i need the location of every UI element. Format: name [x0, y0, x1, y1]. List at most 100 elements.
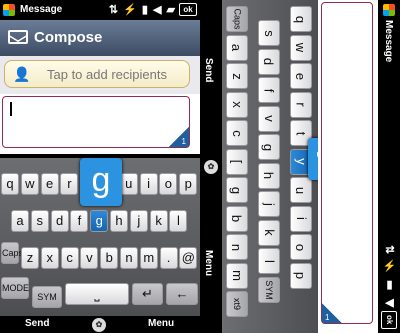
enter-key[interactable]: ↵: [132, 283, 163, 305]
key-f[interactable]: f: [258, 77, 280, 103]
key-preview-popup: g: [80, 158, 122, 206]
menu-softkey[interactable]: Menu: [148, 318, 174, 329]
key-f-label: f: [261, 88, 277, 92]
key-o[interactable]: o: [290, 234, 312, 260]
mode-key[interactable]: MODE: [1, 277, 29, 299]
key-d[interactable]: d: [258, 48, 280, 75]
key-x[interactable]: x: [40, 247, 59, 269]
status-icons: ⇅ ⚡ ▮ ◀ ▰: [108, 4, 176, 16]
character-counter: 1: [169, 127, 189, 147]
key-p[interactable]: p: [179, 173, 198, 195]
recipient-area: 👤 Tap to add recipients: [0, 56, 200, 94]
landscape-compose-screen: Send ✿ Menu Caps a z x c [ g b n m xt9 s d f v g h j k l SYM…: [200, 0, 400, 333]
space-key[interactable]: ⎵: [65, 283, 129, 305]
key-b[interactable]: b: [100, 247, 119, 269]
key-c[interactable]: c: [60, 247, 79, 269]
send-softkey[interactable]: Send: [25, 318, 49, 329]
key-g[interactable]: g: [90, 210, 109, 232]
key-xt9-label: xt9: [231, 297, 242, 311]
key-r[interactable]: r: [60, 173, 79, 195]
key-n[interactable]: n: [226, 234, 248, 260]
key-xt9[interactable]: xt9: [226, 291, 248, 317]
key-i[interactable]: i: [290, 205, 312, 232]
person-add-icon: 👤: [13, 66, 31, 82]
key-v[interactable]: v: [258, 105, 280, 132]
key-e[interactable]: e: [290, 63, 312, 89]
key-g[interactable]: g: [226, 177, 248, 203]
key-@[interactable]: @: [179, 247, 198, 269]
key-o-label: o: [293, 243, 309, 251]
ok-button[interactable]: ok: [179, 3, 197, 16]
key-c-label: c: [229, 129, 245, 137]
key-e-label: e: [293, 72, 309, 80]
key-a[interactable]: a: [11, 210, 29, 232]
key-k[interactable]: k: [258, 219, 280, 246]
key-f[interactable]: f: [70, 210, 89, 232]
key-v[interactable]: v: [80, 247, 99, 269]
key-z[interactable]: z: [21, 247, 39, 269]
message-body-input[interactable]: 1: [2, 96, 190, 148]
ok-button[interactable]: ok: [381, 311, 397, 329]
compose-header: Compose: [0, 20, 200, 56]
recipients-field[interactable]: 👤 Tap to add recipients: [4, 60, 190, 88]
send-softkey[interactable]: Send: [203, 58, 214, 82]
key-m[interactable]: m: [226, 262, 248, 289]
key-c[interactable]: c: [226, 120, 248, 146]
key-y-label: y: [293, 158, 309, 165]
key-z[interactable]: z: [226, 63, 248, 89]
key-g[interactable]: g: [258, 134, 280, 160]
character-counter: 1: [322, 303, 342, 323]
key-a[interactable]: a: [226, 34, 248, 61]
key-i[interactable]: i: [139, 173, 158, 195]
message-body-input[interactable]: 1: [321, 2, 373, 324]
caps-key[interactable]: Caps: [1, 242, 23, 264]
key-l[interactable]: l: [258, 248, 280, 274]
key-g-label: g: [261, 143, 277, 151]
key-g-label: g: [229, 186, 245, 194]
app-name: Message: [383, 20, 394, 63]
key-q[interactable]: q: [290, 6, 312, 32]
key-n[interactable]: n: [120, 247, 138, 269]
key-[[interactable]: [: [226, 148, 248, 175]
key-x-label: x: [229, 101, 245, 108]
status-icons: ⇅ ⚡ ▮ ◀: [383, 245, 395, 310]
key-m[interactable]: m: [139, 247, 158, 269]
key-q[interactable]: q: [1, 173, 19, 195]
key-k[interactable]: k: [149, 210, 168, 232]
key-s[interactable]: s: [258, 20, 280, 46]
status-bar-vertical: Message ⇅ ⚡ ▮ ◀ ok: [378, 0, 400, 333]
key-i-label: i: [293, 217, 309, 220]
key-p[interactable]: p: [290, 262, 312, 289]
key-u[interactable]: u: [119, 173, 138, 195]
app-name: Message: [20, 4, 63, 15]
key-b[interactable]: b: [226, 205, 248, 232]
key-d[interactable]: d: [50, 210, 69, 232]
key-w[interactable]: w: [290, 34, 312, 61]
key-caps[interactable]: Caps: [226, 6, 248, 32]
key-n-label: n: [229, 243, 245, 251]
key-e[interactable]: e: [40, 173, 59, 195]
key-s[interactable]: s: [30, 210, 49, 232]
key-h[interactable]: h: [258, 162, 280, 189]
key-h[interactable]: h: [110, 210, 128, 232]
key-q-label: q: [293, 15, 309, 23]
sym-key[interactable]: SYM: [32, 286, 62, 308]
key-r[interactable]: r: [290, 91, 312, 118]
windows-logo-icon[interactable]: [383, 4, 395, 16]
input-method-icon[interactable]: ✿: [92, 318, 106, 332]
key-j[interactable]: j: [258, 191, 280, 217]
message-area: 1: [0, 94, 200, 154]
key-sym[interactable]: SYM: [258, 276, 280, 303]
key-u[interactable]: u: [290, 177, 312, 203]
key-x[interactable]: x: [226, 91, 248, 118]
key-p-label: p: [293, 271, 309, 280]
key-l[interactable]: l: [169, 210, 188, 232]
backspace-key[interactable]: ←: [166, 283, 198, 305]
menu-softkey[interactable]: Menu: [203, 250, 214, 276]
key-.[interactable]: .: [159, 247, 178, 269]
input-method-icon[interactable]: ✿: [204, 160, 218, 174]
key-o[interactable]: o: [159, 173, 178, 195]
key-w[interactable]: w: [20, 173, 39, 195]
key-j[interactable]: j: [129, 210, 148, 232]
windows-logo-icon[interactable]: [3, 4, 15, 16]
